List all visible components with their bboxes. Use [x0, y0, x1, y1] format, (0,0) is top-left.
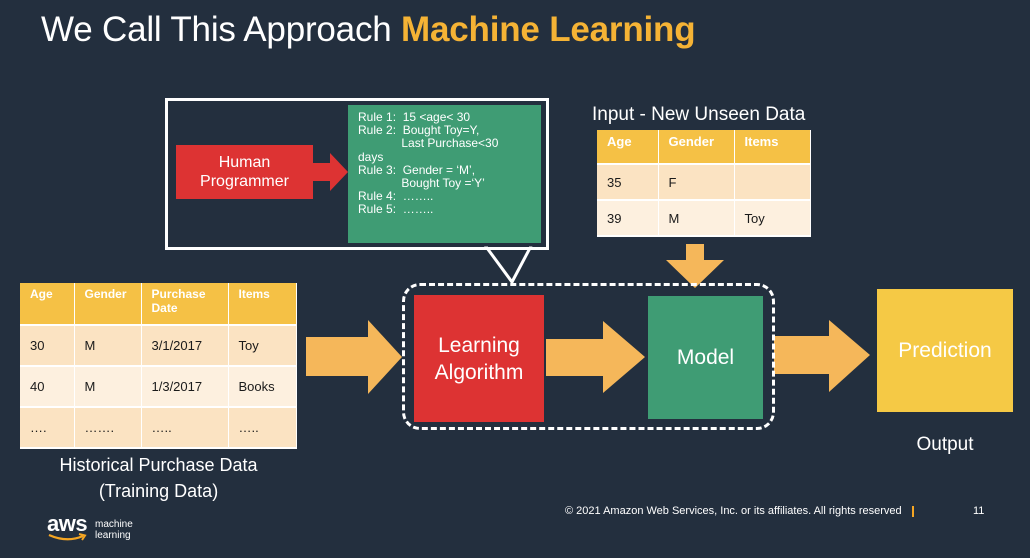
- page-number: 11: [973, 505, 985, 517]
- model-box: Model: [648, 296, 763, 419]
- model-label: Model: [676, 345, 735, 369]
- rules-box: Rule 1: 15 <age< 30 Rule 2: Bought Toy=Y…: [348, 105, 541, 243]
- human-programmer-box: Human Programmer: [176, 145, 313, 199]
- table-cell: …….: [74, 407, 142, 449]
- table-cell: ….: [20, 407, 75, 449]
- table-cell: M: [74, 366, 142, 408]
- table-cell: 40: [20, 366, 75, 408]
- footer-divider: [911, 505, 914, 517]
- table-cell: 39: [597, 200, 659, 237]
- input-data-label: Input - New Unseen Data: [592, 104, 806, 125]
- table-cell: Toy: [734, 200, 811, 237]
- table-header: Age: [597, 130, 659, 165]
- data-to-learning-arrow: [306, 320, 402, 394]
- table-row: …. ……. ….. …..: [20, 407, 297, 449]
- copyright-text: © 2021 Amazon Web Services, Inc. or its …: [565, 505, 902, 517]
- table-cell: [734, 164, 811, 201]
- machine-learning-wordmark: machine learning: [95, 519, 133, 541]
- prediction-label: Prediction: [898, 338, 992, 362]
- table-cell: …..: [228, 407, 297, 449]
- table-header: Gender: [74, 283, 142, 326]
- model-to-prediction-arrow: [774, 320, 870, 392]
- historical-label-line1: Historical Purchase Data: [59, 455, 258, 475]
- input-data-table: Age Gender Items 35 F 39 M Toy: [597, 130, 811, 237]
- output-label: Output: [916, 434, 974, 455]
- table-header: Gender: [658, 130, 735, 165]
- table-cell: 1/3/2017: [141, 366, 229, 408]
- historical-data-table: Age Gender Purchase Date Items 30 M 3/1/…: [20, 283, 297, 449]
- table-row: 35 F: [597, 164, 811, 201]
- table-cell: F: [658, 164, 735, 201]
- rule-line: Rule 5: ……..: [358, 202, 434, 217]
- historical-label-line2: (Training Data): [98, 481, 219, 501]
- table-cell: Books: [228, 366, 297, 408]
- logo-line1: machine: [95, 519, 133, 530]
- prediction-box: Prediction: [877, 289, 1013, 412]
- table-header: Items: [734, 130, 811, 165]
- aws-ml-logo: aws machine learning: [47, 511, 133, 542]
- table-header: Purchase Date: [141, 283, 229, 326]
- table-cell: M: [74, 325, 142, 367]
- table-cell: Toy: [228, 325, 297, 367]
- learning-algorithm-box: Learning Algorithm: [414, 295, 544, 422]
- historical-data-label: Historical Purchase Data (Training Data): [20, 452, 297, 504]
- input-to-model-arrow: [666, 244, 724, 288]
- bubble-tail: [484, 246, 533, 285]
- table-row: 30 M 3/1/2017 Toy: [20, 325, 297, 367]
- rule-line: days: [358, 149, 384, 164]
- table-header-row: Age Gender Purchase Date Items: [20, 283, 297, 326]
- table-header-row: Age Gender Items: [597, 130, 811, 165]
- table-cell: M: [658, 200, 735, 237]
- learning-algorithm-label: Learning Algorithm: [434, 333, 524, 384]
- table-cell: 30: [20, 325, 75, 367]
- footer-copyright: © 2021 Amazon Web Services, Inc. or its …: [565, 505, 922, 517]
- table-cell: …..: [141, 407, 229, 449]
- table-cell: 35: [597, 164, 659, 201]
- aws-wordmark: aws: [47, 511, 88, 536]
- rule-line: Last Purchase<30: [358, 136, 499, 151]
- logo-line2: learning: [95, 530, 131, 541]
- table-cell: 3/1/2017: [141, 325, 229, 367]
- table-header: Items: [228, 283, 297, 326]
- table-row: 40 M 1/3/2017 Books: [20, 366, 297, 408]
- table-header: Age: [20, 283, 75, 326]
- human-programmer-label: Human Programmer: [200, 154, 289, 190]
- table-row: 39 M Toy: [597, 200, 811, 237]
